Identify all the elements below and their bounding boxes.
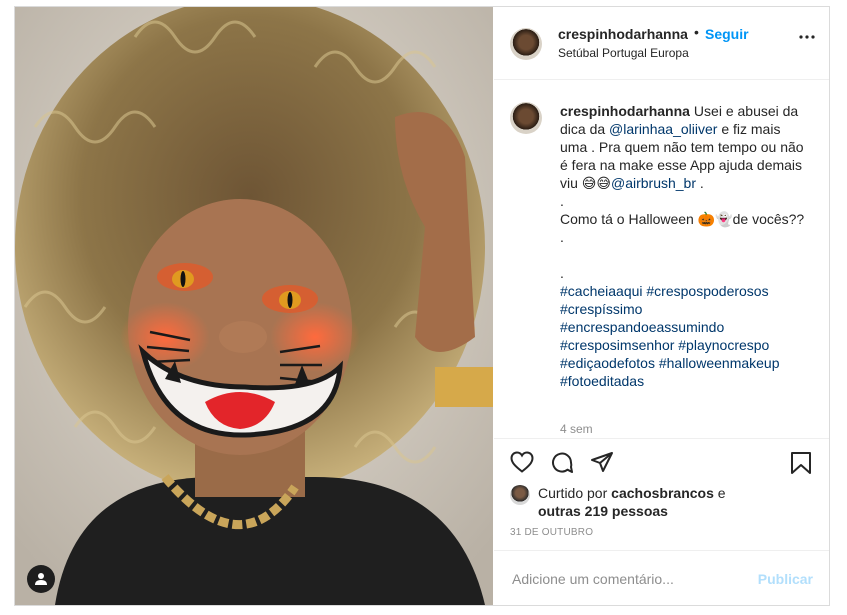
caption-username[interactable]: crespinhodarhanna: [560, 103, 690, 119]
bookmark-icon[interactable]: [790, 451, 812, 475]
post-photo[interactable]: [15, 7, 493, 605]
post-date[interactable]: 31 DE OUTUBRO: [510, 527, 593, 538]
mention-link-2[interactable]: @airbrush_br: [611, 175, 696, 191]
caption-timestamp[interactable]: 4 sem: [560, 422, 593, 436]
caption-text-3: .: [696, 175, 704, 191]
follow-button[interactable]: Seguir: [705, 26, 749, 42]
instagram-post: crespinhodarhanna • Seguir Setúbal Portu…: [14, 6, 830, 606]
caption-author-avatar[interactable]: [510, 102, 542, 134]
comment-box: Publicar: [494, 550, 829, 606]
hashtag-line[interactable]: #ediçaodefotos #halloweenmakeup: [560, 354, 810, 372]
liked-by-suffix: e: [713, 485, 726, 501]
hashtag-line[interactable]: #crespíssimo: [560, 300, 810, 318]
others-count-link[interactable]: outras 219 pessoas: [538, 502, 668, 520]
post-location[interactable]: Setúbal Portugal Europa: [558, 46, 689, 60]
hashtag-line[interactable]: #cresposimsenhor #playnocrespo: [560, 336, 810, 354]
caption-text: crespinhodarhanna Usei e abusei da dica d…: [560, 102, 810, 390]
person-icon: [35, 573, 47, 585]
author-avatar[interactable]: [510, 28, 542, 60]
caption-dot-2: .: [560, 229, 564, 245]
action-bar: [494, 438, 829, 489]
more-horizontal-icon[interactable]: [799, 35, 815, 39]
post-header: crespinhodarhanna • Seguir Setúbal Portu…: [494, 7, 829, 80]
caption-dot-1: .: [560, 193, 564, 209]
post-side-panel: crespinhodarhanna • Seguir Setúbal Portu…: [494, 7, 829, 605]
mention-link-1[interactable]: @larinhaa_oliiver: [609, 121, 717, 137]
publish-button[interactable]: Publicar: [758, 571, 813, 587]
header-separator-dot: •: [694, 24, 699, 40]
caption-area: crespinhodarhanna Usei e abusei da dica d…: [494, 80, 829, 438]
hashtag-line[interactable]: #encrespandoeassumindo: [560, 318, 810, 336]
hashtag-line[interactable]: #fotoeditadas: [560, 372, 810, 390]
tagged-user-button[interactable]: [27, 565, 55, 593]
caption-body: crespinhodarhanna Usei e abusei da dica d…: [560, 102, 810, 192]
heart-icon[interactable]: [510, 451, 534, 473]
caption-dot-3: .: [560, 265, 564, 281]
liker-avatar[interactable]: [510, 485, 530, 505]
liker-username[interactable]: cachosbrancos: [611, 485, 714, 501]
liked-by-prefix: Curtido por: [538, 485, 612, 501]
liked-by-line: Curtido por cachosbrancos e: [538, 484, 726, 502]
comment-input[interactable]: [510, 568, 744, 590]
hashtag-line[interactable]: #cacheiaaqui #crespospoderosos: [560, 282, 810, 300]
author-username[interactable]: crespinhodarhanna: [558, 26, 688, 42]
caption-halloween-line: Como tá o Halloween 🎃👻de vocês??: [560, 211, 805, 227]
photo-illustration: [15, 7, 493, 605]
share-icon[interactable]: [590, 451, 614, 473]
comment-icon[interactable]: [550, 451, 574, 475]
